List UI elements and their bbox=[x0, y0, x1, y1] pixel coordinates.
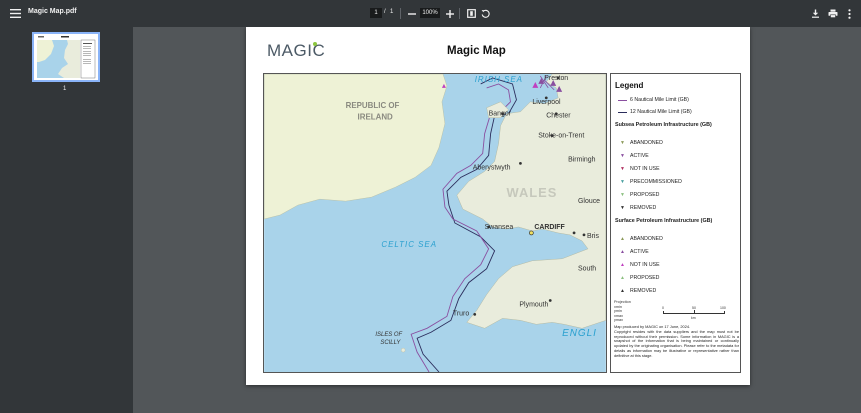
legend-subsea-item: ▼ PRECOMMISSIONED bbox=[618, 179, 682, 185]
more-vert-icon[interactable] bbox=[841, 5, 858, 22]
scale-tick-0: 0 bbox=[662, 306, 664, 310]
scale-unit: km bbox=[691, 316, 696, 320]
label-city: Swansea bbox=[485, 224, 514, 231]
document-viewer[interactable]: MAGIC Magic Map IRISH SEA REPUBLIC OF IR… bbox=[133, 27, 861, 413]
line-swatch-purple bbox=[618, 98, 627, 102]
legend-subsea-item: ▼ PROPOSED bbox=[618, 192, 659, 198]
land-scilly bbox=[401, 347, 406, 353]
label-scilly-2: SCILLY bbox=[380, 340, 401, 346]
download-icon[interactable] bbox=[807, 5, 824, 22]
rotate-icon[interactable] bbox=[477, 5, 494, 22]
triangle-up-icon: ▲ bbox=[620, 288, 625, 294]
thumbnail-preview bbox=[37, 36, 96, 79]
legend-item-12nm: 12 Nautical Mile Limit (GB) bbox=[618, 109, 692, 115]
map-copyright: Copyright resides with the data supplier… bbox=[614, 329, 739, 358]
legend-surface-item: ▲ ACTIVE bbox=[618, 249, 649, 255]
zoom-in-icon[interactable] bbox=[441, 5, 458, 22]
scale-tick-50: 50 bbox=[692, 306, 696, 310]
logo-accent bbox=[313, 42, 317, 46]
legend-surface-item: ▲ PROPOSED bbox=[618, 275, 659, 281]
toolbar-divider bbox=[459, 8, 460, 19]
page-total: 1 bbox=[390, 9, 394, 15]
line-swatch-navy bbox=[618, 110, 627, 114]
label-english: ENGLI bbox=[562, 328, 597, 339]
legend-surface-item: ▲ NOT IN USE bbox=[618, 262, 660, 268]
label-ireland-1: REPUBLIC OF bbox=[346, 101, 400, 110]
label-wales: WALES bbox=[507, 185, 558, 200]
label-celtic-sea: CELTIC SEA bbox=[381, 240, 437, 249]
label-city: CARDIFF bbox=[534, 224, 564, 231]
triangle-down-icon: ▼ bbox=[620, 192, 625, 198]
label-scilly-1: ISLES OF bbox=[375, 332, 402, 338]
triangle-down-icon: ▼ bbox=[620, 140, 625, 146]
legend-subsea-item: ▼ NOT IN USE bbox=[618, 166, 660, 172]
triangle-up-icon: ▲ bbox=[620, 236, 625, 242]
triangle-down-icon: ▼ bbox=[620, 179, 625, 185]
zoom-level-input[interactable]: 100% bbox=[420, 8, 440, 18]
legend-surface-heading: Surface Petroleum Infrastructure (GB) bbox=[615, 218, 713, 224]
pdf-page: MAGIC Magic Map IRISH SEA REPUBLIC OF IR… bbox=[246, 27, 750, 385]
print-icon[interactable] bbox=[824, 5, 841, 22]
menu-icon[interactable] bbox=[7, 5, 24, 22]
page-separator: / bbox=[384, 9, 386, 15]
page-thumbnail[interactable] bbox=[32, 32, 100, 82]
legend-panel: Legend 6 Nautical Mile Limit (GB) 12 Nau… bbox=[610, 73, 741, 373]
zoom-out-icon[interactable] bbox=[403, 5, 420, 22]
toolbar-divider bbox=[400, 8, 401, 19]
thumbnail-sidebar: 1 bbox=[0, 27, 133, 413]
legend-subsea-item: ▼ REMOVED bbox=[618, 205, 656, 211]
label-city: Glouce bbox=[578, 198, 600, 205]
map-frame[interactable]: IRISH SEA REPUBLIC OF IRELAND WALES CELT… bbox=[263, 73, 607, 373]
label-city: Birmingh bbox=[568, 156, 596, 163]
label-city: Truro bbox=[453, 310, 469, 317]
label-city: Bris bbox=[587, 233, 599, 240]
legend-subsea-item: ▼ ACTIVE bbox=[618, 153, 649, 159]
map-title: Magic Map bbox=[447, 45, 506, 57]
triangle-up-icon: ▲ bbox=[620, 249, 625, 255]
label-city: Liverpool bbox=[532, 99, 561, 106]
triangle-down-icon: ▼ bbox=[620, 205, 625, 211]
legend-subsea-item: ▼ ABANDONED bbox=[618, 140, 663, 146]
pdf-toolbar: Magic Map.pdf 1 / 1 100% bbox=[0, 0, 861, 27]
label-city: Stoke-on-Trent bbox=[538, 133, 584, 140]
triangle-down-icon: ▼ bbox=[620, 166, 625, 172]
legend-title: Legend bbox=[615, 81, 644, 90]
label-city: Bangor bbox=[489, 111, 512, 118]
scale-mid-tick bbox=[694, 310, 695, 314]
legend-item-6nm: 6 Nautical Mile Limit (GB) bbox=[618, 97, 689, 103]
legend-surface-item: ▲ ABANDONED bbox=[618, 236, 663, 242]
legend-surface-item: ▲ REMOVED bbox=[618, 288, 656, 294]
label-irish-sea: IRISH SEA bbox=[475, 75, 523, 84]
legend-subsea-heading: Subsea Petroleum Infrastructure (GB) bbox=[615, 122, 712, 128]
label-city: South bbox=[578, 266, 596, 273]
scale-tick-100: 100 bbox=[720, 306, 726, 310]
label-ireland-2: IRELAND bbox=[358, 113, 394, 122]
file-name: Magic Map.pdf bbox=[28, 8, 77, 15]
label-city: Preston bbox=[544, 75, 568, 82]
thumbnail-page-number: 1 bbox=[63, 86, 67, 92]
page-number-input[interactable]: 1 bbox=[370, 8, 382, 18]
triangle-down-icon: ▼ bbox=[620, 153, 625, 159]
triangle-up-icon: ▲ bbox=[620, 275, 625, 281]
label-city: Aberystwyth bbox=[473, 164, 511, 171]
label-city: Chester bbox=[546, 113, 571, 120]
projection-info: Projection xmin ymin xmax ymax bbox=[614, 300, 631, 323]
triangle-up-icon: ▲ bbox=[620, 262, 625, 268]
label-city: Plymouth bbox=[519, 301, 548, 308]
